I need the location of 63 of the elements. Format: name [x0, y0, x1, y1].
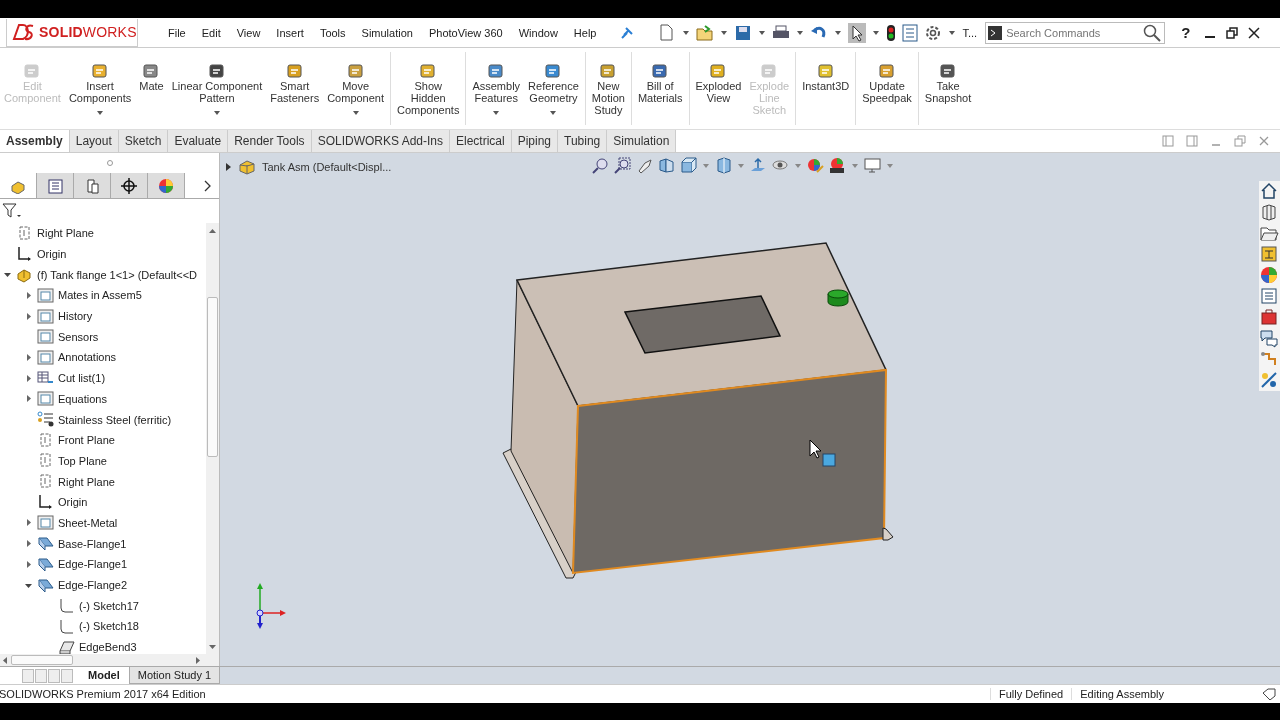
tree-item[interactable]: Right Plane	[37, 227, 94, 240]
tree-item[interactable]: Equations	[58, 392, 107, 405]
ribbon-button[interactable]: Reference Geometry	[524, 48, 583, 129]
tree-item[interactable]: Annotations	[58, 351, 117, 364]
tree-item[interactable]: Base-Flange1	[58, 537, 127, 550]
app-logo: SOLIDWORKS	[39, 24, 137, 40]
ribbon-button[interactable]: Assembly Features	[468, 48, 525, 129]
document-tab[interactable]: Motion Study 1	[128, 667, 221, 684]
status-text: Editing Assembly	[1071, 688, 1172, 700]
tree-item[interactable]: Origin	[58, 496, 88, 509]
tree-item[interactable]: Stainless Steel (ferritic)	[58, 413, 172, 426]
ribbon-button[interactable]: New Motion Study	[587, 48, 629, 129]
ribbon-tab[interactable]: Tubing	[558, 130, 608, 152]
tree-item[interactable]: Cut list(1)	[58, 372, 106, 385]
ribbon-tab[interactable]: SOLIDWORKS Add-Ins	[311, 130, 450, 152]
tree-item[interactable]: Edge-Flange1	[58, 558, 128, 571]
menu-item[interactable]: Help	[565, 26, 605, 39]
menu-item[interactable]: View	[228, 26, 269, 39]
menu-item[interactable]: Edit	[193, 26, 229, 39]
ribbon-button[interactable]: Update Speedpak	[858, 48, 916, 129]
ribbon-button[interactable]: Smart Fasteners	[266, 48, 324, 129]
ribbon-button[interactable]: Linear Component Pattern	[167, 48, 267, 129]
ribbon-button[interactable]: Take Snapshot	[920, 48, 976, 129]
ribbon-button[interactable]: Bill of Materials	[633, 48, 687, 129]
ribbon-button[interactable]: Instant3D	[798, 48, 854, 129]
status-text: SOLIDWORKS Premium 2017 x64 Edition	[0, 688, 206, 700]
menu-item[interactable]: Simulation	[353, 26, 421, 39]
menu-item[interactable]: Tools	[311, 26, 354, 39]
tree-item[interactable]: Right Plane	[58, 475, 115, 488]
menu-item[interactable]: PhotoView 360	[420, 26, 511, 39]
tree-item[interactable]: (f) Tank flange 1<1> (Default<<D	[37, 268, 197, 281]
menu-item[interactable]: Window	[510, 26, 566, 39]
ribbon-button[interactable]: Show Hidden Components	[393, 48, 464, 129]
ribbon-button[interactable]: Exploded View	[691, 48, 746, 129]
menu-item[interactable]: File	[160, 26, 194, 39]
ribbon-tab[interactable]: Layout	[69, 130, 119, 152]
tree-item[interactable]: Origin	[37, 248, 67, 261]
tree-item[interactable]: Front Plane	[58, 434, 115, 447]
ribbon-button[interactable]: Mate	[135, 48, 168, 129]
ribbon-tab[interactable]: Evaluate	[168, 130, 229, 152]
ribbon-tab[interactable]: Electrical	[450, 130, 512, 152]
search-field[interactable]: Search Commands	[985, 21, 1166, 44]
menu-item[interactable]: Insert	[268, 26, 312, 39]
status-text: Fully Defined	[990, 688, 1072, 700]
ribbon-tab[interactable]: Render Tools	[228, 130, 312, 152]
assembly-title[interactable]: Tank Asm (Default<Displ...	[262, 161, 392, 173]
tree-item[interactable]: Mates in Assem5	[58, 289, 142, 302]
ribbon-button[interactable]: Insert Components	[64, 48, 136, 129]
ribbon-tab[interactable]: Piping	[511, 130, 559, 152]
tree-item[interactable]: Sensors	[58, 330, 99, 343]
tree-item[interactable]: Top Plane	[58, 454, 107, 467]
ribbon-tab[interactable]: Simulation	[607, 130, 677, 152]
tree-item[interactable]: Sheet-Metal	[58, 516, 118, 529]
tree-item[interactable]: (-) Sketch17	[79, 599, 139, 612]
tree-item[interactable]: Edge-Flange2	[58, 579, 128, 592]
help-button[interactable]: ?	[1181, 24, 1191, 41]
document-tab[interactable]: Model	[79, 667, 129, 684]
ribbon-tab[interactable]: Sketch	[118, 130, 169, 152]
tree-item[interactable]: EdgeBend3	[79, 641, 137, 654]
tree-item[interactable]: (-) Sketch18	[79, 620, 139, 633]
tree-item[interactable]: History	[58, 310, 93, 323]
ribbon-button[interactable]: Move Component	[323, 48, 389, 129]
options-label[interactable]: T...	[962, 26, 978, 39]
